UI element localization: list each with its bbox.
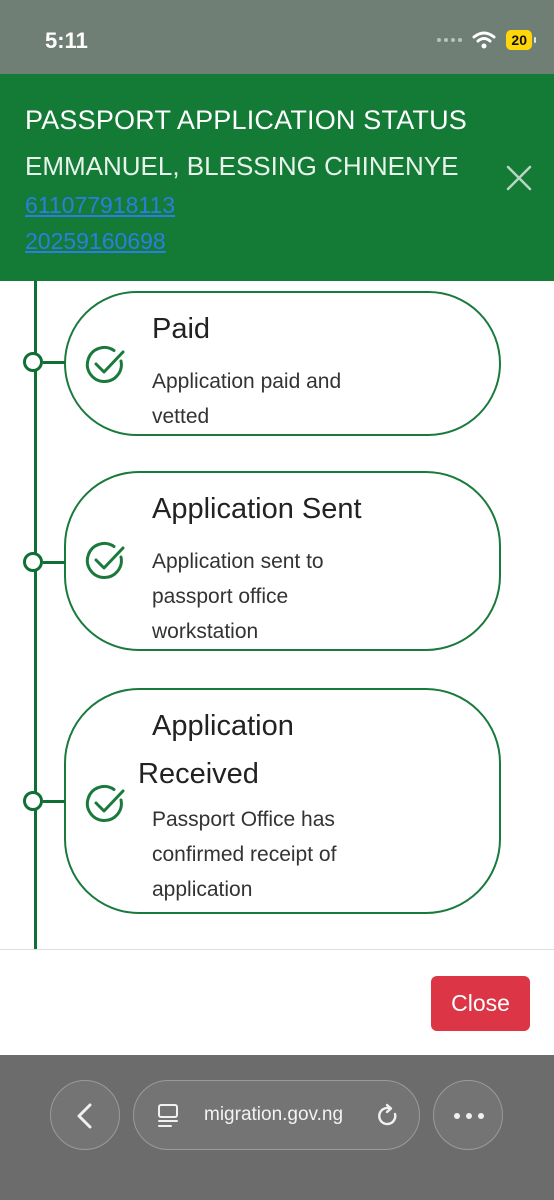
applicant-name: EMMANUEL, BLESSING CHINENYE xyxy=(25,151,459,181)
address-bar[interactable]: migration.gov.ng xyxy=(133,1080,420,1150)
status-bar: 5:11 20 xyxy=(0,0,554,74)
close-button[interactable]: Close xyxy=(431,976,530,1031)
timeline-connector xyxy=(43,361,65,364)
step-description: Passport Office has confirmed receipt of… xyxy=(152,808,337,901)
step-title-line2: Received xyxy=(138,758,259,790)
wifi-icon xyxy=(472,31,496,49)
application-id-link[interactable]: 611077918113 xyxy=(25,192,175,219)
timeline-connector xyxy=(43,561,65,564)
url-text: migration.gov.ng xyxy=(204,1104,344,1125)
status-modal: PASSPORT APPLICATION STATUS EMMANUEL, BL… xyxy=(0,74,554,1056)
step-title: Application Sent xyxy=(152,493,362,525)
modal-footer: Close xyxy=(0,949,554,1056)
close-icon[interactable] xyxy=(505,164,533,192)
timeline-connector xyxy=(43,800,65,803)
status-time: 5:11 xyxy=(45,28,88,53)
chevron-left-icon xyxy=(77,1103,92,1129)
reference-number-link[interactable]: 20259160698 xyxy=(25,228,166,255)
step-title: Application xyxy=(152,710,294,742)
reload-icon[interactable] xyxy=(375,1103,401,1129)
timeline[interactable]: Paid Application paid and vetted Applica… xyxy=(0,281,554,949)
step-description: Application paid and vetted xyxy=(152,370,342,428)
timeline-node xyxy=(23,791,43,811)
timeline-node xyxy=(23,352,43,372)
timeline-node xyxy=(23,552,43,572)
battery-icon: 20 xyxy=(506,30,536,50)
timeline-step-application-received: Application Received Passport Office has… xyxy=(64,688,501,914)
step-description: Application sent to passport office work… xyxy=(152,550,324,643)
check-circle-icon xyxy=(85,785,125,822)
more-icon xyxy=(454,1113,484,1119)
status-icons: 20 xyxy=(437,28,536,52)
browser-toolbar: migration.gov.ng xyxy=(0,1055,554,1200)
cellular-signal-icon xyxy=(437,38,463,42)
check-circle-icon xyxy=(85,542,125,579)
timeline-line xyxy=(34,281,37,949)
timeline-step-application-sent: Application Sent Application sent to pas… xyxy=(64,471,501,651)
step-title: Paid xyxy=(152,313,211,345)
page-menu-icon[interactable] xyxy=(156,1103,182,1129)
back-button[interactable] xyxy=(50,1080,120,1150)
modal-title: PASSPORT APPLICATION STATUS xyxy=(25,105,468,135)
timeline-step-paid: Paid Application paid and vetted xyxy=(64,291,501,436)
more-options-button[interactable] xyxy=(433,1080,503,1150)
check-circle-icon xyxy=(85,346,125,383)
modal-header: PASSPORT APPLICATION STATUS EMMANUEL, BL… xyxy=(0,74,554,281)
